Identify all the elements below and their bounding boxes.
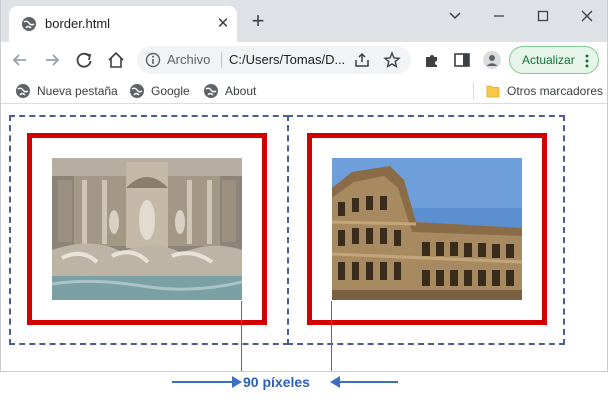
- update-button[interactable]: Actualizar: [509, 46, 599, 74]
- url-text[interactable]: C:/Users/Tomas/D...: [229, 52, 345, 67]
- browser-window: border.html ✕ + Archivo C:/Users/Tomas/D…: [0, 0, 608, 372]
- bookmark-nueva-pestana[interactable]: Nueva pestaña: [15, 82, 125, 100]
- tab-search-icon[interactable]: [441, 6, 469, 26]
- bookmark-google[interactable]: Google: [129, 82, 195, 100]
- address-bar[interactable]: Archivo C:/Users/Tomas/D...: [137, 46, 411, 74]
- folder-icon: [486, 85, 500, 98]
- globe-icon: [16, 84, 30, 98]
- bookmark-label: Nueva pestaña: [37, 84, 118, 98]
- info-icon[interactable]: [145, 52, 161, 68]
- annotation-arrow-left: [338, 381, 398, 383]
- bookmark-about[interactable]: About: [203, 82, 265, 100]
- home-icon[interactable]: [105, 49, 127, 71]
- tab-title: border.html: [45, 16, 111, 31]
- globe-icon: [204, 84, 218, 98]
- page-content: [1, 105, 607, 371]
- back-arrow-icon[interactable]: [9, 49, 31, 71]
- bookmark-label: Google: [151, 84, 190, 98]
- reload-icon[interactable]: [73, 49, 95, 71]
- close-icon[interactable]: ✕: [214, 15, 232, 33]
- more-menu-icon[interactable]: [584, 52, 590, 70]
- bookmark-otros-marcadores[interactable]: Otros marcadores: [485, 82, 603, 100]
- new-tab-button[interactable]: +: [247, 10, 269, 33]
- update-label: Actualizar: [522, 53, 575, 67]
- minimize-icon[interactable]: [485, 6, 513, 26]
- forward-arrow-icon[interactable]: [41, 49, 63, 71]
- trevi-fountain-image: [52, 158, 242, 300]
- toolbar: Archivo C:/Users/Tomas/D... Actualizar: [1, 42, 607, 78]
- image-border-right: [307, 133, 547, 325]
- bookmark-label: Otros marcadores: [507, 84, 604, 98]
- star-icon[interactable]: [383, 51, 401, 69]
- scheme-label: Archivo: [167, 52, 211, 67]
- image-border-left: [27, 133, 267, 325]
- colosseum-image: [332, 158, 522, 300]
- annotation-guide-left: [241, 301, 242, 371]
- window-close-icon[interactable]: [573, 6, 601, 26]
- profile-avatar-icon[interactable]: [481, 49, 503, 71]
- extensions-icon[interactable]: [421, 49, 443, 71]
- globe-icon: [130, 84, 144, 98]
- tab-strip: border.html ✕ +: [1, 0, 607, 42]
- omnibox-divider: [221, 52, 222, 68]
- annotation-label: 90 píxeles: [243, 374, 310, 390]
- arrowhead-right-icon: [232, 376, 242, 388]
- annotation-arrow-right: [172, 381, 236, 383]
- side-panel-icon[interactable]: [451, 49, 473, 71]
- bookmarks-divider: [473, 82, 474, 100]
- share-icon[interactable]: [353, 51, 371, 69]
- annotation-guide-right: [331, 301, 332, 371]
- globe-icon: [22, 17, 36, 31]
- tab-border-html[interactable]: border.html ✕: [9, 6, 237, 42]
- bookmark-label: About: [225, 84, 257, 98]
- bookmarks-bar: Nueva pestaña Google About Otros marcado…: [1, 78, 607, 104]
- maximize-icon[interactable]: [529, 6, 557, 26]
